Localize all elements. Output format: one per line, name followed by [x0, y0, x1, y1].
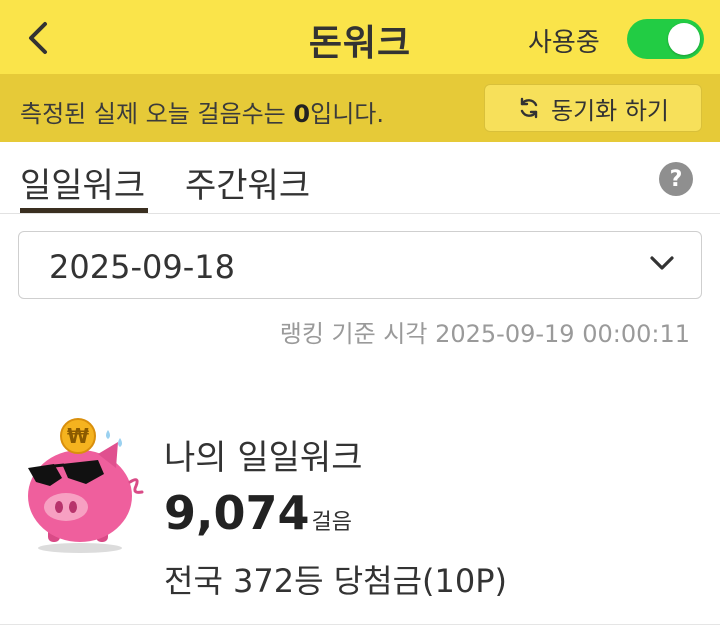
- tab-weekly-walk[interactable]: 주간워크: [185, 158, 310, 207]
- app-header: 돈워크 사용중: [0, 0, 720, 74]
- walk-tabs: 일일워크 주간워크: [0, 142, 720, 214]
- piggy-mascot-icon: ₩: [20, 412, 150, 557]
- chevron-down-icon: [650, 256, 674, 270]
- today-steps-count: 0: [293, 100, 311, 128]
- tab-daily-walk[interactable]: 일일워크: [20, 158, 145, 207]
- today-steps-prefix: 측정된 실제 오늘 걸음수는: [20, 100, 294, 128]
- date-select-value: 2025-09-18: [49, 248, 235, 286]
- ranking-time: 랭킹 기준 시각 2025-09-19 00:00:11: [279, 320, 690, 348]
- usage-status-label: 사용중: [528, 28, 600, 58]
- divider: [0, 624, 720, 625]
- date-select[interactable]: 2025-09-18: [18, 231, 702, 299]
- my-steps: 9,074걸음: [164, 486, 352, 540]
- help-icon[interactable]: ?: [659, 162, 693, 196]
- usage-toggle[interactable]: [627, 19, 704, 59]
- page-title: 돈워크: [308, 23, 412, 64]
- refresh-icon: [520, 97, 538, 119]
- rank-prize-text: 전국 372등 당첨금(10P): [164, 562, 508, 600]
- step-sync-bar: 측정된 실제 오늘 걸음수는 0입니다. 동기화 하기: [0, 74, 720, 142]
- my-daily-walk-title: 나의 일일워크: [164, 438, 363, 478]
- steps-count: 9,074: [164, 486, 310, 540]
- toggle-knob: [668, 23, 700, 55]
- sync-button-label: 동기화 하기: [550, 96, 670, 125]
- coin-symbol: ₩: [67, 424, 89, 448]
- today-steps-message: 측정된 실제 오늘 걸음수는 0입니다.: [20, 94, 384, 129]
- steps-unit: 걸음: [311, 510, 352, 535]
- active-tab-indicator: [20, 208, 148, 213]
- today-steps-suffix: 입니다.: [310, 100, 384, 128]
- sync-button[interactable]: 동기화 하기: [484, 84, 702, 132]
